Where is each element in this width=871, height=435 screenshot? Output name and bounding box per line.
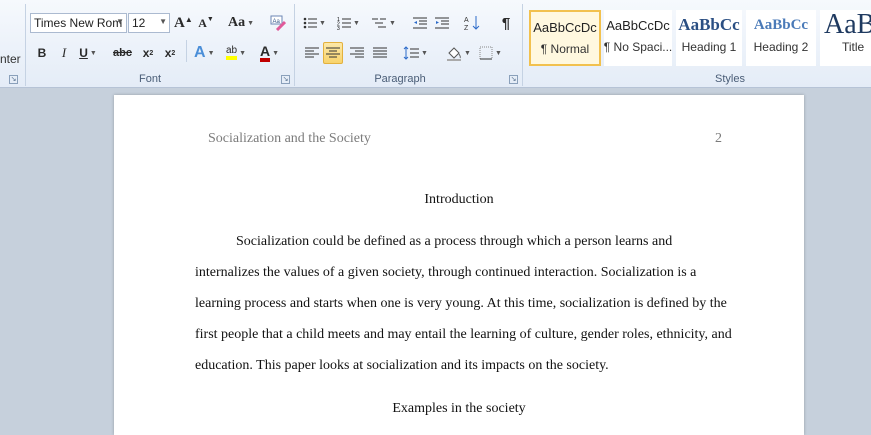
bold-button[interactable]: B	[32, 42, 52, 64]
sort-icon: AZ	[464, 16, 480, 31]
align-left-button[interactable]	[302, 42, 322, 64]
style-name: ¶ Normal	[540, 42, 590, 56]
shading-button[interactable]: ▼	[445, 42, 472, 64]
align-right-icon	[350, 47, 364, 58]
clear-formatting-icon[interactable]: Aa	[268, 12, 288, 34]
numbering-button[interactable]: 1 2 3 ▼	[336, 12, 361, 34]
justify-icon	[373, 47, 387, 58]
show-hide-marks-button[interactable]: ¶	[496, 12, 516, 34]
separator	[25, 4, 26, 86]
paragraph-line: internalizes the values of a given socie…	[195, 265, 697, 280]
font-name-value: Times New Rom	[34, 16, 123, 30]
paint-bucket-icon	[447, 47, 461, 61]
style-preview: AaBbCcDc	[533, 19, 597, 35]
svg-text:A: A	[464, 17, 469, 24]
bullets-icon	[303, 17, 317, 29]
font-name-combo[interactable]: Times New Rom ▼	[30, 13, 127, 33]
style-heading-1[interactable]: AaBbCc Heading 1	[676, 10, 742, 66]
paragraph-line: learning process and starts when one is …	[195, 296, 727, 311]
numbering-icon: 123	[337, 17, 351, 30]
bullets-button[interactable]: ▼	[302, 12, 327, 34]
font-group-label: Font	[138, 73, 161, 85]
clipboard-launcher-icon[interactable]: ↘	[9, 75, 18, 84]
font-launcher-icon[interactable]: ↘	[281, 75, 290, 84]
paragraph-line: Socialization could be defined as a proc…	[236, 234, 673, 249]
heading-introduction: Introduction	[424, 192, 494, 207]
paragraph-group-label: Paragraph	[374, 73, 426, 85]
superscript-button[interactable]: x2	[160, 42, 180, 64]
paragraph-line: first people that a child meets and may …	[195, 327, 732, 342]
decrease-indent-button[interactable]	[410, 12, 430, 34]
header-title: Socialization and the Society	[208, 131, 371, 146]
increase-indent-button[interactable]	[432, 12, 452, 34]
multilevel-list-button[interactable]: ▼	[370, 12, 397, 34]
text-effects-button[interactable]: A ▼	[193, 42, 216, 64]
svg-text:3: 3	[337, 26, 340, 30]
style-preview: AaBbCcDc	[606, 17, 670, 33]
paragraph-line: education. This paper looks at socializa…	[195, 358, 609, 373]
multilevel-list-icon	[372, 18, 386, 28]
style-name: ¶ No Spaci...	[604, 40, 672, 54]
svg-text:Z: Z	[464, 25, 469, 31]
style-name: Heading 2	[753, 40, 809, 54]
sort-button[interactable]: AZ	[462, 12, 482, 34]
line-spacing-button[interactable]: ▼	[402, 42, 429, 64]
style-preview: AaB	[824, 10, 871, 40]
align-center-icon	[326, 47, 340, 58]
grow-font-button[interactable]: A ▲	[173, 12, 194, 34]
subscript-button[interactable]: x2	[138, 42, 158, 64]
font-size-value: 12	[132, 16, 146, 30]
font-color-button[interactable]: A ▼	[259, 42, 280, 64]
page-number: 2	[715, 131, 722, 146]
style-preview: AaBbCc	[678, 15, 740, 34]
style-title[interactable]: AaB Title	[820, 10, 871, 66]
highlight-button[interactable]: ab ▼	[225, 42, 247, 64]
paragraph-launcher-icon[interactable]: ↘	[509, 75, 518, 84]
separator	[522, 4, 523, 86]
increase-indent-icon	[435, 17, 449, 29]
shrink-font-button[interactable]: A ▼	[196, 12, 216, 34]
strikethrough-button[interactable]: abc	[112, 42, 133, 64]
align-right-button[interactable]	[347, 42, 367, 64]
align-left-icon	[305, 47, 319, 58]
document-page[interactable]: Socialization and the Society 2 Introduc…	[114, 95, 804, 435]
separator	[186, 40, 187, 62]
change-case-button[interactable]: Aa ▼	[227, 12, 255, 34]
style-heading-2[interactable]: AaBbCc Heading 2	[746, 10, 816, 66]
style-name: Title	[842, 40, 865, 54]
svg-text:Aa: Aa	[273, 19, 281, 25]
heading-examples: Examples in the society	[392, 401, 526, 416]
borders-button[interactable]: ▼	[478, 42, 503, 64]
borders-icon	[479, 46, 493, 60]
ribbon: nter ↘ Times New Rom ▼ 12 ▼ A ▲ A ▼ Aa ▼ Aa…	[0, 0, 871, 88]
styles-group-label: Styles	[715, 73, 745, 85]
decrease-indent-icon	[413, 17, 427, 29]
underline-button[interactable]: U ▼	[78, 42, 98, 64]
style-no-spacing[interactable]: AaBbCcDc ¶ No Spaci...	[604, 10, 672, 66]
font-size-combo[interactable]: 12 ▼	[128, 13, 170, 33]
style-normal[interactable]: AaBbCcDc ¶ Normal	[529, 10, 601, 66]
chevron-down-icon: ▼	[159, 17, 167, 26]
style-preview: AaBbCc	[753, 16, 809, 33]
style-name: Heading 1	[681, 40, 737, 54]
format-painter-label[interactable]: nter	[0, 52, 21, 66]
line-spacing-icon	[403, 46, 419, 60]
align-center-button[interactable]	[323, 42, 343, 64]
italic-button[interactable]: I	[54, 42, 74, 64]
chevron-down-icon: ▼	[116, 17, 124, 26]
justify-button[interactable]	[370, 42, 390, 64]
separator	[294, 4, 295, 86]
